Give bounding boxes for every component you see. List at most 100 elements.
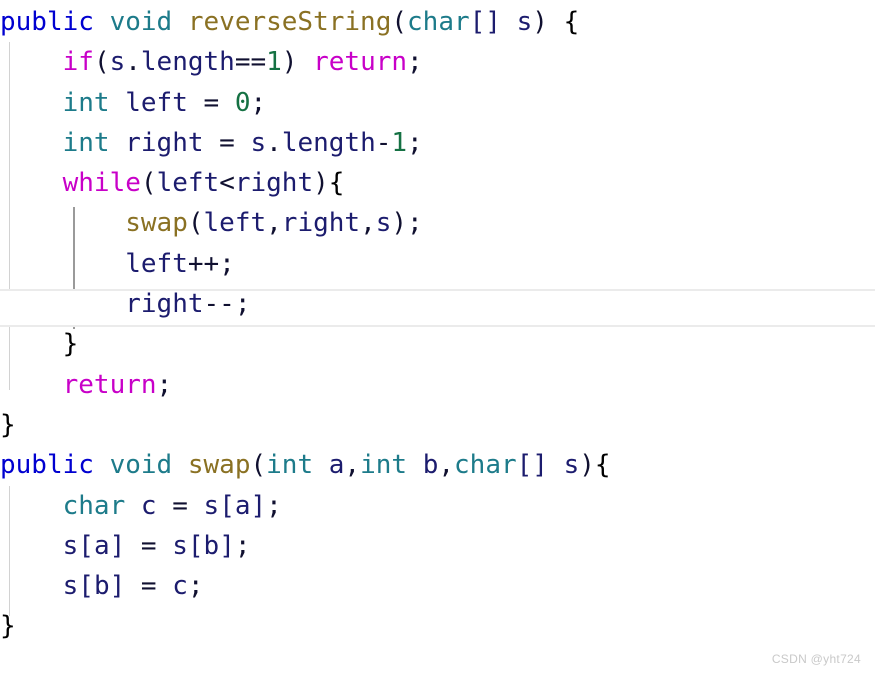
code-token-punct: ; [156, 369, 173, 400]
code-token-punct [110, 128, 126, 158]
code-token-punct: - [375, 127, 392, 158]
code-token-brace: { [328, 168, 345, 199]
code-line[interactable]: char c = s[a]; [0, 486, 875, 526]
code-token-punct: ( [187, 208, 204, 239]
code-token-ident: c [172, 571, 188, 602]
code-editor[interactable]: public void reverseString(char[] s) { if… [0, 2, 875, 676]
code-line[interactable]: } [0, 606, 875, 646]
code-token-type: int [266, 450, 314, 481]
code-token-control: return [313, 47, 408, 78]
code-line[interactable]: int left = 0; [0, 83, 875, 123]
code-token-punct [94, 450, 110, 480]
code-token-ident: length [281, 127, 376, 158]
code-token-ident: right [125, 127, 204, 158]
code-token-punct [172, 7, 188, 37]
code-line[interactable]: right--; [0, 284, 875, 324]
code-token-punct: = [203, 127, 251, 158]
code-token-ident: a [234, 490, 251, 521]
code-token-punct: ++; [187, 248, 235, 279]
code-token-type: char [454, 450, 517, 481]
code-line[interactable]: if(s.length==1) return; [0, 42, 875, 82]
code-token-control: if [62, 47, 94, 78]
code-token-bracket: [ [219, 490, 235, 521]
code-token-punct: = [187, 87, 235, 118]
code-token-punct [0, 531, 63, 561]
code-token-punct: = [125, 530, 173, 561]
code-line[interactable]: public void swap(int a,int b,char[] s){ [0, 445, 875, 485]
code-token-ident: a [328, 450, 345, 481]
code-token-ident: left [203, 208, 267, 239]
code-token-punct: ( [250, 450, 267, 481]
code-token-type: void [109, 7, 173, 37]
code-token-punct: , [360, 208, 376, 239]
code-token-bracket: ] [219, 530, 235, 561]
code-token-bracket: ] [250, 490, 267, 521]
code-token-keyword: public [0, 450, 94, 481]
code-line[interactable]: public void reverseString(char[] s) { [0, 2, 875, 42]
code-token-punct: < [219, 168, 235, 199]
code-line[interactable]: s[b] = c; [0, 566, 875, 606]
code-token-punct [0, 289, 125, 319]
code-token-ident: s [62, 571, 79, 602]
code-token-ident: c [140, 490, 157, 521]
code-token-method: reverseString [187, 7, 392, 37]
code-token-bracket: ] [109, 571, 126, 602]
code-token-control: while [62, 168, 141, 199]
code-token-type: int [360, 450, 408, 481]
code-token-punct [94, 7, 110, 37]
code-token-punct: , [438, 450, 455, 481]
code-token-punct [110, 88, 126, 118]
code-token-punct [0, 370, 63, 400]
code-token-ident: left [125, 248, 188, 279]
code-token-ident: b [422, 450, 439, 481]
code-token-ident: right [281, 208, 361, 239]
code-token-punct [0, 47, 63, 77]
code-token-punct: , [344, 450, 361, 481]
code-text-area[interactable]: public void reverseString(char[] s) { if… [0, 2, 875, 647]
code-line[interactable]: s[a] = s[b]; [0, 526, 875, 566]
code-token-number: 1 [391, 127, 408, 158]
code-token-ident: right [125, 289, 204, 320]
code-token-punct: ); [391, 208, 423, 239]
code-token-punct: = [156, 490, 204, 521]
code-token-punct [0, 128, 63, 158]
code-token-punct: ) [579, 450, 595, 481]
code-token-punct [0, 571, 63, 601]
code-token-bracket: ] [109, 530, 126, 561]
code-token-punct [125, 491, 141, 521]
code-line[interactable]: int right = s.length-1; [0, 123, 875, 163]
code-token-ident: b [93, 571, 110, 602]
code-line[interactable]: } [0, 324, 875, 364]
code-token-type: int [62, 87, 110, 118]
code-token-punct: == [234, 47, 267, 78]
code-token-ident: s [203, 490, 220, 521]
code-token-ident: right [234, 168, 314, 199]
code-line[interactable]: return; [0, 365, 875, 405]
code-token-punct [0, 208, 125, 238]
code-token-punct: ( [140, 168, 157, 199]
code-token-punct: ; [407, 127, 423, 158]
code-token-punct: ) [281, 47, 314, 78]
code-token-punct: ) [532, 7, 564, 37]
code-line[interactable]: } [0, 405, 875, 445]
code-token-ident: s [172, 530, 188, 561]
code-line[interactable]: left++; [0, 244, 875, 284]
code-token-punct: . [266, 127, 282, 158]
code-token-punct: ( [93, 47, 110, 78]
code-line[interactable]: swap(left,right,s); [0, 203, 875, 243]
code-token-ident: length [140, 47, 235, 78]
code-token-punct [313, 450, 329, 480]
code-token-keyword: public [0, 7, 94, 37]
code-token-punct [0, 88, 63, 118]
code-token-punct: ; [187, 571, 204, 602]
code-token-brace: { [594, 450, 611, 481]
code-token-method: swap [125, 208, 188, 239]
code-line[interactable]: while(left<right){ [0, 163, 875, 203]
code-token-punct: . [125, 47, 141, 78]
code-token-ident: left [125, 87, 188, 118]
code-token-ident: a [93, 530, 110, 561]
code-token-punct: ( [391, 7, 408, 37]
code-token-ident: b [203, 530, 220, 561]
code-token-ident: s [375, 208, 392, 239]
code-token-type: char [407, 7, 470, 37]
